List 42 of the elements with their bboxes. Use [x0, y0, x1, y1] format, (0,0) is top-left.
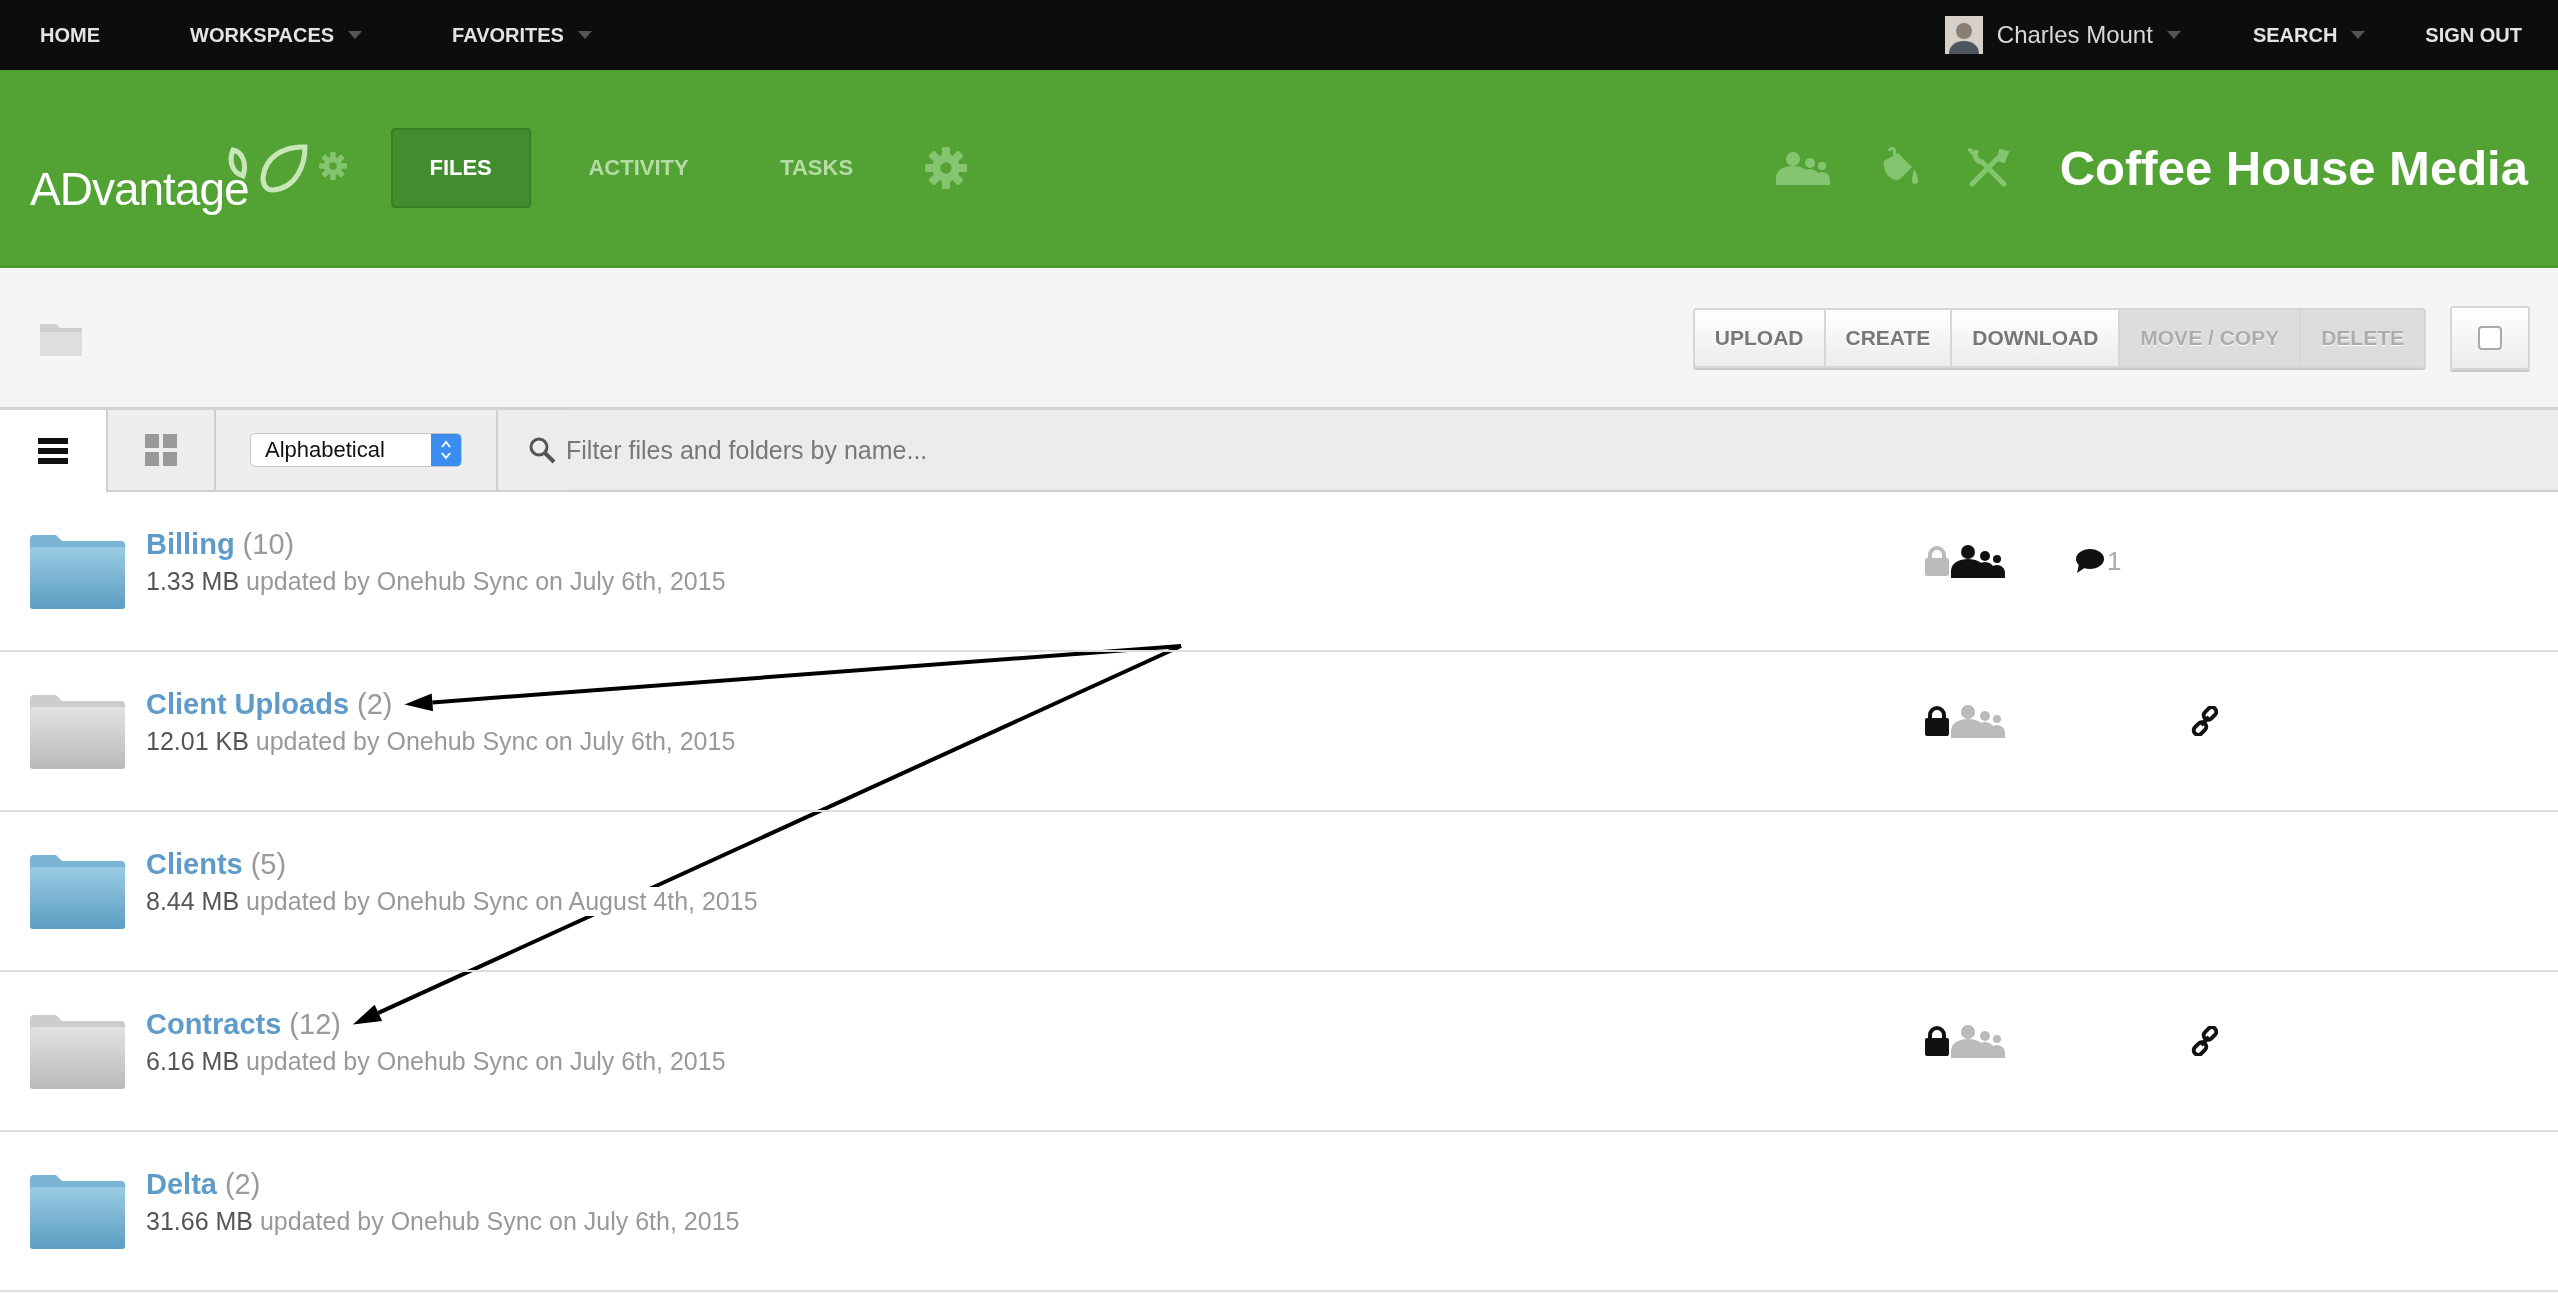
item-count: (12): [289, 1008, 341, 1041]
nav-link[interactable]: SEARCH: [2252, 23, 2338, 47]
folder-row[interactable]: Billing (10) 1.33 MB updated by Onehub Sync on July 6th, 2015 1: [0, 492, 2558, 652]
action-button[interactable]: UPLOAD: [1692, 307, 1826, 368]
item-count: (2): [357, 688, 393, 721]
folder-name[interactable]: Client Uploads: [146, 688, 349, 721]
list-view-tab[interactable]: [0, 410, 108, 492]
nav-link[interactable]: HOME: [40, 23, 100, 47]
link-icon[interactable]: [2190, 706, 2220, 736]
avatar-icon[interactable]: [1944, 16, 1983, 54]
folder-name[interactable]: Clients: [146, 848, 243, 881]
grid-icon: [145, 434, 177, 466]
item-count: (2): [224, 1168, 261, 1201]
nav-tab[interactable]: FILES: [390, 127, 531, 208]
nav-link[interactable]: FAVORITES: [452, 23, 564, 47]
user-name[interactable]: Charles Mount: [1996, 21, 2153, 49]
workspace-title: Coffee House Media: [2059, 139, 2528, 196]
action-button[interactable]: CREATE: [1823, 307, 1953, 368]
item-count: (10): [242, 528, 295, 561]
search-icon: [528, 436, 556, 464]
folder-name[interactable]: Billing: [146, 528, 235, 561]
settings-icon[interactable]: [924, 146, 967, 189]
folder-name[interactable]: Delta: [146, 1168, 217, 1201]
folder-row[interactable]: Client Uploads (2) 12.01 KB updated by Onehub Sync on July 6th, 2015: [0, 652, 2558, 812]
list-icon: [38, 436, 68, 466]
item-count: (5): [250, 848, 287, 881]
tools-icon[interactable]: [1965, 145, 2010, 190]
folder-row[interactable]: Delta (2) 31.66 MB updated by Onehub Sync on July 6th, 2015: [0, 1132, 2558, 1292]
comment-icon[interactable]: [2075, 548, 2105, 574]
gear-icon[interactable]: [318, 151, 347, 180]
action-button[interactable]: DOWNLOAD: [1950, 307, 2121, 368]
stepper-icon: [440, 439, 452, 461]
folder-row[interactable]: Clients (5) 8.44 MB updated by Onehub Sync on August 4th, 2015: [0, 812, 2558, 972]
link-icon[interactable]: [2190, 1026, 2220, 1056]
folder-row[interactable]: Contracts (12) 6.16 MB updated by Onehub Sync on July 6th, 2015: [0, 972, 2558, 1132]
folder-name[interactable]: Contracts: [146, 1008, 282, 1041]
folder-details: 8.44 MB updated by Onehub Sync on August 4th, 2015: [146, 887, 758, 916]
select-all-checkbox[interactable]: [2478, 325, 2502, 350]
sort-dropdown[interactable]: Alphabetical: [250, 433, 462, 467]
nav-link[interactable]: SIGN OUT: [2425, 23, 2522, 47]
comment-count: 1: [2107, 545, 2122, 577]
nav-link[interactable]: WORKSPACES: [190, 23, 335, 47]
